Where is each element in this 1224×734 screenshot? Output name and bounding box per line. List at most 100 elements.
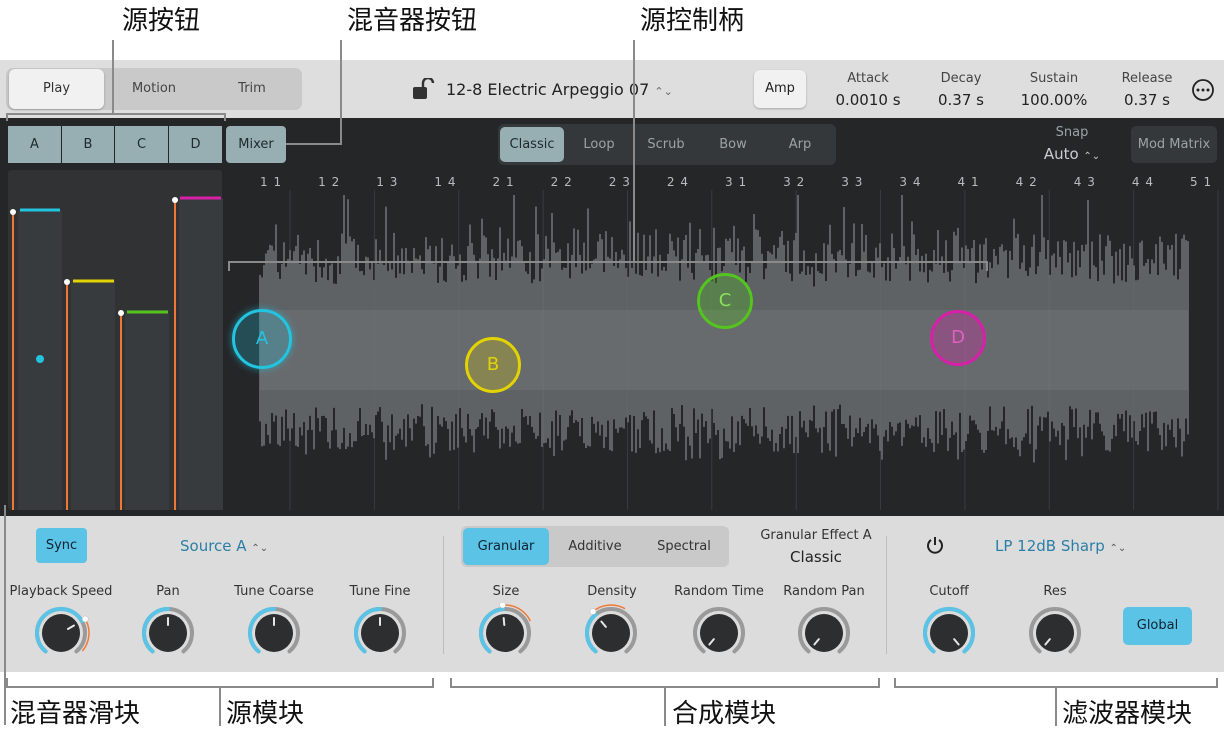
ruler-tick-label: 1 3 bbox=[376, 175, 399, 189]
sustain-value[interactable]: 100.00% bbox=[1009, 91, 1099, 109]
callout-source-handles: 源控制柄 bbox=[640, 6, 745, 36]
source-select-value: Source A bbox=[180, 537, 247, 555]
power-icon[interactable] bbox=[925, 535, 945, 555]
source-handle-a[interactable]: A bbox=[232, 309, 292, 369]
res-knob[interactable] bbox=[1026, 603, 1084, 661]
leader-line bbox=[224, 113, 226, 121]
play-mode-selector: Classic Loop Scrub Bow Arp bbox=[498, 124, 836, 165]
unlock-icon[interactable] bbox=[411, 78, 435, 100]
tab-additive[interactable]: Additive bbox=[553, 526, 637, 567]
leader-line bbox=[219, 686, 221, 726]
ruler-tick-label: 3 3 bbox=[841, 175, 864, 189]
leader-line bbox=[6, 678, 8, 688]
chevron-updown-icon: ⌃⌄ bbox=[251, 543, 269, 554]
source-button-c[interactable]: C bbox=[115, 126, 168, 163]
callout-source-buttons: 源按钮 bbox=[122, 6, 201, 36]
mode-loop[interactable]: Loop bbox=[566, 124, 632, 165]
global-button[interactable]: Global bbox=[1123, 607, 1192, 645]
leader-line bbox=[432, 678, 434, 688]
release-value[interactable]: 0.37 s bbox=[1107, 91, 1187, 109]
ellipsis-circle-icon[interactable] bbox=[1191, 78, 1215, 102]
random-pan-label: Random Pan bbox=[783, 584, 865, 599]
callout-synth-module: 合成模块 bbox=[672, 699, 777, 729]
attack-label: Attack bbox=[847, 71, 889, 86]
size-label: Size bbox=[492, 584, 520, 599]
attack-value[interactable]: 0.0010 s bbox=[822, 91, 914, 109]
source-select[interactable]: Source A ⌃⌄ bbox=[180, 537, 268, 555]
patch-name[interactable]: 12-8 Electric Arpeggio 07 ⌃⌄ bbox=[446, 80, 673, 99]
ruler-tick-label: 4 3 bbox=[1073, 175, 1096, 189]
leader-line bbox=[878, 678, 880, 688]
module-divider bbox=[886, 536, 887, 654]
cutoff-label: Cutoff bbox=[929, 584, 969, 599]
tab-play[interactable]: Play bbox=[9, 69, 104, 109]
module-divider bbox=[443, 536, 444, 654]
size-knob[interactable] bbox=[476, 601, 534, 661]
ruler-tick-label: 2 3 bbox=[608, 175, 631, 189]
mod-matrix-button[interactable]: Mod Matrix bbox=[1131, 126, 1217, 163]
patch-name-text: 12-8 Electric Arpeggio 07 bbox=[446, 80, 650, 99]
tune-coarse-knob[interactable] bbox=[245, 603, 303, 661]
source-button-b[interactable]: B bbox=[62, 126, 114, 163]
callout-mixer-button: 混音器按钮 bbox=[347, 6, 478, 36]
ruler-tick-label: 1 4 bbox=[434, 175, 457, 189]
source-button-a[interactable]: A bbox=[8, 126, 61, 163]
random-time-knob[interactable] bbox=[690, 603, 748, 661]
ruler-tick-label: 4 1 bbox=[957, 175, 980, 189]
res-label: Res bbox=[1043, 584, 1067, 599]
random-time-label: Random Time bbox=[674, 584, 764, 599]
leader-line bbox=[4, 505, 6, 725]
amp-button[interactable]: Amp bbox=[754, 70, 806, 108]
view-segmented-control: Play Motion Trim bbox=[6, 68, 302, 110]
snap-selector[interactable]: Auto ⌃⌄ bbox=[1040, 145, 1104, 163]
filter-type-select[interactable]: LP 12dB Sharp ⌃⌄ bbox=[995, 537, 1126, 555]
cutoff-knob[interactable] bbox=[920, 603, 978, 661]
leader-line bbox=[228, 261, 988, 263]
ruler-tick-label: 3 4 bbox=[899, 175, 922, 189]
leader-line bbox=[450, 678, 452, 688]
tab-spectral[interactable]: Spectral bbox=[641, 526, 727, 567]
tune-fine-knob[interactable] bbox=[351, 603, 409, 661]
snap-value: Auto bbox=[1043, 145, 1079, 163]
release-label: Release bbox=[1121, 71, 1173, 86]
leader-line bbox=[286, 143, 342, 145]
mixer-button[interactable]: Mixer bbox=[226, 126, 286, 163]
source-handle-b[interactable]: B bbox=[465, 337, 521, 393]
mode-arp[interactable]: Arp bbox=[766, 124, 834, 165]
chevron-updown-icon: ⌃⌄ bbox=[654, 85, 673, 98]
mixer-sliders[interactable] bbox=[8, 170, 224, 512]
ruler-tick-label: 1 1 bbox=[260, 175, 283, 189]
leader-line bbox=[986, 261, 988, 271]
leader-line bbox=[894, 678, 896, 688]
tune-coarse-label: Tune Coarse bbox=[234, 584, 314, 599]
leader-line bbox=[228, 261, 230, 271]
sync-button[interactable]: Sync bbox=[36, 528, 87, 563]
density-knob[interactable] bbox=[582, 603, 640, 661]
mode-bow[interactable]: Bow bbox=[700, 124, 766, 165]
random-pan-knob[interactable] bbox=[795, 603, 853, 661]
tab-granular[interactable]: Granular bbox=[463, 528, 549, 565]
synth-mode-selector: Granular Additive Spectral bbox=[461, 526, 729, 567]
source-button-d[interactable]: D bbox=[169, 126, 222, 163]
mode-scrub[interactable]: Scrub bbox=[632, 124, 700, 165]
source-handle-c[interactable]: C bbox=[697, 273, 753, 329]
waveform-display[interactable] bbox=[230, 190, 1220, 510]
snap-label: Snap bbox=[1055, 125, 1089, 140]
playback-speed-knob[interactable] bbox=[32, 603, 90, 661]
ruler-tick-label: 5 1 bbox=[1190, 175, 1213, 189]
ruler-tick-label: 1 2 bbox=[318, 175, 341, 189]
mode-classic[interactable]: Classic bbox=[500, 127, 564, 162]
leader-line bbox=[633, 40, 635, 262]
callout-source-module: 源模块 bbox=[226, 699, 305, 729]
granular-effect-value[interactable]: Classic bbox=[752, 548, 880, 566]
granular-effect-label: Granular Effect A bbox=[760, 528, 872, 543]
playback-speed-label: Playback Speed bbox=[9, 584, 113, 599]
ruler-tick-label: 2 4 bbox=[666, 175, 689, 189]
leader-line bbox=[1216, 678, 1218, 688]
tab-motion[interactable]: Motion bbox=[106, 69, 202, 109]
top-bar: Play Motion Trim 12-8 Electric Arpeggio … bbox=[0, 60, 1224, 118]
decay-value[interactable]: 0.37 s bbox=[921, 91, 1001, 109]
pan-knob[interactable] bbox=[139, 603, 197, 661]
tab-trim[interactable]: Trim bbox=[204, 69, 300, 109]
source-handle-d[interactable]: D bbox=[930, 310, 986, 366]
